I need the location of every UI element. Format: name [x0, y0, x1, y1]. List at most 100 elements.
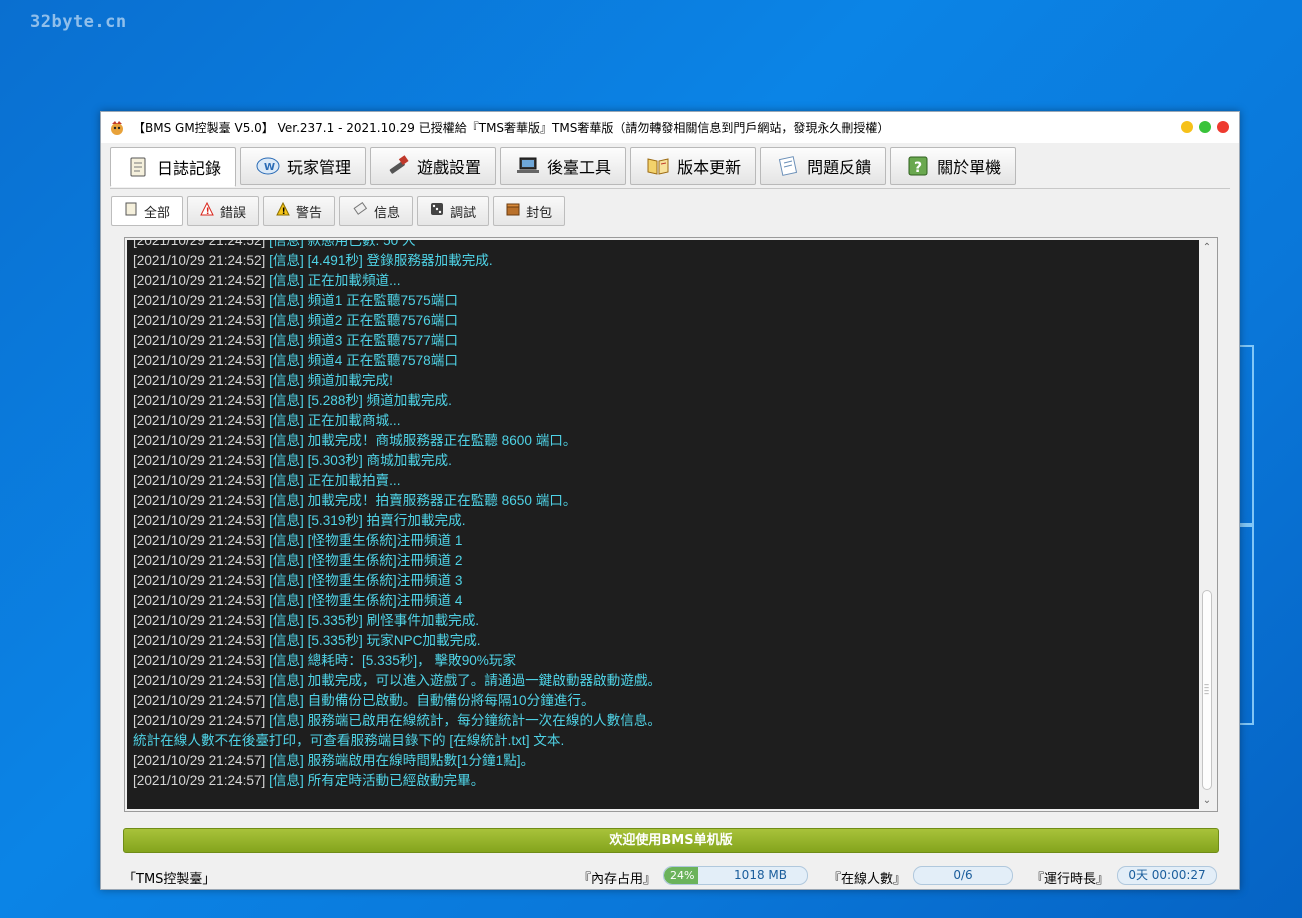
welcome-banner: 欢迎使用BMS单机版	[123, 828, 1219, 853]
log-timestamp: [2021/10/29 21:24:53]	[133, 633, 266, 648]
log-level: [信息]	[269, 633, 304, 648]
app-window: 【BMS GM控製臺 V5.0】 Ver.237.1 - 2021.10.29 …	[100, 111, 1240, 890]
log-timestamp: [2021/10/29 21:24:53]	[133, 653, 266, 668]
log-message: [怪物重生係統]注冊頻道 1	[307, 533, 463, 548]
filter-all-tab[interactable]: 全部	[111, 196, 184, 226]
close-button[interactable]	[1217, 121, 1229, 133]
tab-label: 關於單機	[937, 158, 1002, 177]
log-line: [2021/10/29 21:24:53] [信息] 頻道1 正在監聽7575端…	[133, 291, 1199, 311]
tab-label: 版本更新	[677, 158, 742, 177]
log-level: [信息]	[269, 253, 304, 268]
log-message: 頻道3 正在監聽7577端口	[307, 333, 458, 348]
sub-tab-label: 封包	[526, 205, 553, 221]
log-timestamp: [2021/10/29 21:24:53]	[133, 513, 266, 528]
log-timestamp: [2021/10/29 21:24:53]	[133, 333, 266, 348]
scrollbar-thumb[interactable]: ‒ ‒ ‒ ‒	[1202, 590, 1212, 790]
status-bar: 「TMS控製臺」 『內存占用』 24% 1018 MB 『在線人數』 0/6 『…	[101, 862, 1239, 889]
svg-text:W: W	[264, 162, 275, 173]
log-timestamp: [2021/10/29 21:24:53]	[133, 373, 266, 388]
log-message: [5.335秒] 刷怪事件加載完成.	[307, 613, 480, 628]
log-timestamp: [2021/10/29 21:24:53]	[133, 353, 266, 368]
tab-label: 遊戲設置	[417, 158, 482, 177]
scroll-down-icon[interactable]: ⌄	[1199, 793, 1215, 809]
log-output[interactable]: [2021/10/29 21:24:52] [信息] 款態用已數: 50 人 [2…	[127, 240, 1199, 809]
log-message: [5.303秒] 商城加載完成.	[307, 453, 452, 468]
log-message: 所有定時活動已經啟動完畢。	[307, 773, 485, 788]
log-level: [信息]	[269, 533, 304, 548]
log-panel: [2021/10/29 21:24:52] [信息] 款態用已數: 50 人 [2…	[124, 237, 1218, 812]
log-level: [信息]	[269, 413, 304, 428]
hammer-icon	[385, 153, 411, 179]
main-tab-bar: 日誌記錄 W 玩家管理 遊戲設置 後臺工具 版本更新 問題反饋 ? 關於單機	[110, 147, 1017, 187]
minimize-button[interactable]	[1181, 121, 1193, 133]
log-message: 頻道加載完成!	[307, 373, 393, 388]
svg-text:?: ?	[914, 160, 922, 176]
log-timestamp: [2021/10/29 21:24:53]	[133, 433, 266, 448]
tab-player-management[interactable]: W 玩家管理	[240, 147, 367, 185]
app-logo-icon	[111, 120, 123, 135]
filter-packet-tab[interactable]: 封包	[493, 196, 566, 226]
log-line: [2021/10/29 21:24:53] [信息] [怪物重生係統]注冊頻道 …	[133, 531, 1199, 551]
log-line: [2021/10/29 21:24:53] [信息] [怪物重生係統]注冊頻道 …	[133, 591, 1199, 611]
log-level: [信息]	[269, 493, 304, 508]
log-line: [2021/10/29 21:24:53] [信息] 正在加載商城...	[133, 411, 1199, 431]
log-lines: [2021/10/29 21:24:52] [信息] 款態用已數: 50 人 [2…	[133, 240, 1199, 791]
log-timestamp: [2021/10/29 21:24:53]	[133, 613, 266, 628]
log-message: 頻道2 正在監聽7576端口	[307, 313, 458, 328]
tab-log[interactable]: 日誌記錄	[110, 147, 237, 187]
log-message: [怪物重生係統]注冊頻道 2	[307, 553, 463, 568]
log-line: [2021/10/29 21:24:53] [信息] [5.303秒] 商城加載…	[133, 451, 1199, 471]
log-message: 加載完成，可以進入遊戲了。請通過一鍵啟動器啟動遊戲。	[307, 673, 662, 688]
sub-tab-label: 錯誤	[220, 205, 247, 221]
log-timestamp: [2021/10/29 21:24:53]	[133, 293, 266, 308]
log-timestamp: [2021/10/29 21:24:57]	[133, 773, 266, 788]
tab-about[interactable]: ? 關於單機	[890, 147, 1017, 185]
log-message: 正在加載拍賣...	[307, 473, 401, 488]
log-level: [信息]	[269, 453, 304, 468]
log-scrollbar[interactable]: ⌃ ‒ ‒ ‒ ‒ ⌄	[1199, 240, 1215, 809]
web-ie-icon: W	[255, 153, 281, 179]
log-message: [5.288秒] 頻道加載完成.	[307, 393, 452, 408]
filter-warning-tab[interactable]: ! 警告	[263, 196, 336, 226]
log-timestamp: [2021/10/29 21:24:53]	[133, 673, 266, 688]
sub-tab-label: 警告	[296, 205, 323, 221]
log-line: [2021/10/29 21:24:53] [信息] [怪物重生係統]注冊頻道 …	[133, 551, 1199, 571]
warning-icon: !	[276, 201, 290, 220]
log-timestamp: [2021/10/29 21:24:53]	[133, 533, 266, 548]
log-line: [2021/10/29 21:24:52] [信息] 款態用已數: 50 人	[133, 240, 1199, 251]
memory-percent: 24%	[670, 869, 695, 882]
log-message: 頻道1 正在監聽7575端口	[307, 293, 458, 308]
log-message: 正在加載商城...	[307, 413, 401, 428]
log-timestamp: [2021/10/29 21:24:53]	[133, 393, 266, 408]
maximize-button[interactable]	[1199, 121, 1211, 133]
tab-label: 日誌記錄	[157, 159, 222, 178]
eraser-icon	[352, 201, 368, 220]
tab-divider	[110, 188, 1230, 189]
online-label: 『在線人數』	[828, 872, 907, 887]
tab-game-settings[interactable]: 遊戲設置	[370, 147, 497, 185]
tab-backend-tools[interactable]: 後臺工具	[500, 147, 627, 185]
log-timestamp: [2021/10/29 21:24:57]	[133, 693, 266, 708]
log-line: [2021/10/29 21:24:57] [信息] 自動備份已啟動。自動備份將…	[133, 691, 1199, 711]
log-line: [2021/10/29 21:24:53] [信息] [5.335秒] 玩家NP…	[133, 631, 1199, 651]
log-level: [信息]	[269, 313, 304, 328]
tab-feedback[interactable]: 問題反饋	[760, 147, 887, 185]
filter-info-tab[interactable]: 信息	[339, 196, 414, 226]
memory-usage-meter: 24% 1018 MB	[663, 866, 808, 885]
sub-tab-label: 調試	[450, 205, 477, 221]
log-line: [2021/10/29 21:24:53] [信息] [5.319秒] 拍賣行加…	[133, 511, 1199, 531]
filter-debug-tab[interactable]: 調試	[417, 196, 490, 226]
log-level: [信息]	[269, 353, 304, 368]
log-timestamp: [2021/10/29 21:24:57]	[133, 753, 266, 768]
log-timestamp: [2021/10/29 21:24:53]	[133, 473, 266, 488]
tab-version-update[interactable]: 版本更新	[630, 147, 757, 185]
scroll-up-icon[interactable]: ⌃	[1199, 240, 1215, 256]
log-level: [信息]	[269, 393, 304, 408]
filter-error-tab[interactable]: ! 錯誤	[187, 196, 260, 226]
log-line: [2021/10/29 21:24:53] [信息] 加載完成！商城服務器正在監…	[133, 431, 1199, 451]
log-timestamp: [2021/10/29 21:24:53]	[133, 593, 266, 608]
log-level: [信息]	[269, 673, 304, 688]
title-bar[interactable]: 【BMS GM控製臺 V5.0】 Ver.237.1 - 2021.10.29 …	[101, 112, 1239, 143]
laptop-icon	[515, 153, 541, 179]
log-level: [信息]	[269, 373, 304, 388]
